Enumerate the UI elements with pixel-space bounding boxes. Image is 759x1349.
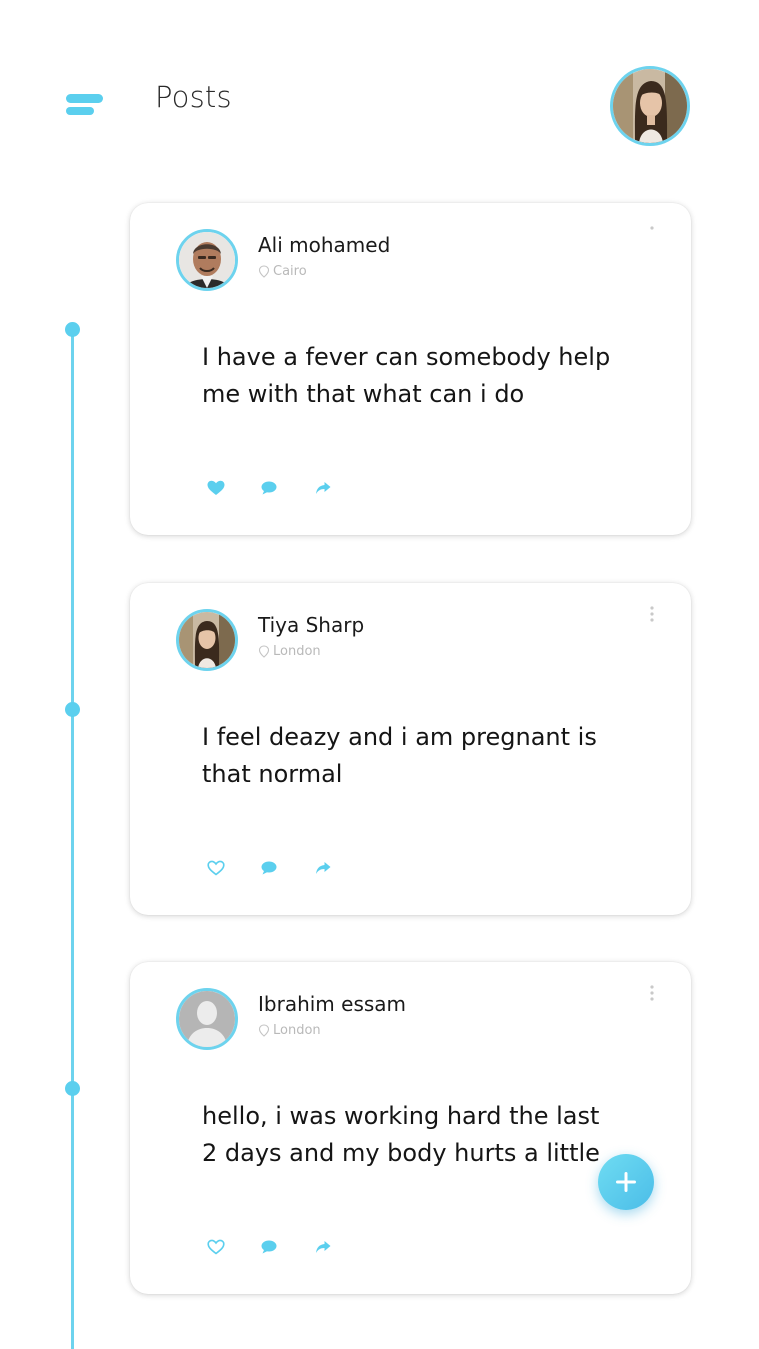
- share-button[interactable]: [314, 477, 368, 499]
- more-options-icon[interactable]: [646, 603, 658, 625]
- like-button[interactable]: [206, 477, 260, 499]
- author-avatar[interactable]: [176, 609, 238, 671]
- menu-button[interactable]: [64, 92, 106, 120]
- post-card[interactable]: Ali mohamed Cairo I have a fever can som…: [130, 203, 691, 535]
- comment-bubble-icon: [261, 481, 277, 495]
- comment-bubble-icon: [261, 1240, 277, 1254]
- post-card[interactable]: Ibrahim essam London hello, i was workin…: [130, 962, 691, 1294]
- menu-icon-bar-bottom: [66, 107, 94, 115]
- post-text: I have a fever can somebody help me with…: [202, 343, 611, 408]
- location-pin-icon: [258, 265, 270, 278]
- profile-avatar[interactable]: [610, 66, 690, 146]
- heart-filled-icon: [207, 480, 225, 495]
- more-options-icon[interactable]: [646, 982, 658, 1004]
- like-button[interactable]: [206, 1236, 260, 1258]
- timeline-dot: [65, 702, 80, 717]
- post-location: London: [258, 644, 321, 659]
- woman-portrait-icon: [179, 612, 235, 668]
- share-arrow-icon: [316, 862, 331, 874]
- share-arrow-icon: [316, 1241, 331, 1253]
- post-location-text: London: [273, 644, 321, 659]
- post-author-name[interactable]: Ali mohamed: [258, 233, 390, 257]
- timeline-line: [71, 330, 74, 1349]
- menu-icon-bar-top: [66, 94, 103, 103]
- comment-button[interactable]: [260, 857, 314, 879]
- like-button[interactable]: [206, 857, 260, 879]
- post-author-name[interactable]: Tiya Sharp: [258, 613, 364, 637]
- page-title: Posts: [155, 80, 232, 114]
- share-button[interactable]: [314, 857, 368, 879]
- man-portrait-icon: [179, 232, 235, 288]
- post-location-text: Cairo: [273, 264, 307, 279]
- post-card[interactable]: Tiya Sharp London I feel deazy and i am …: [130, 583, 691, 915]
- comment-button[interactable]: [260, 477, 314, 499]
- location-pin-icon: [258, 1024, 270, 1037]
- add-post-button[interactable]: [598, 1154, 654, 1210]
- post-text: I feel deazy and i am pregnant is that n…: [202, 723, 597, 788]
- comment-button[interactable]: [260, 1236, 314, 1258]
- post-actions: [206, 1236, 368, 1258]
- share-arrow-icon: [316, 482, 331, 494]
- post-actions: [206, 857, 368, 879]
- post-author-name[interactable]: Ibrahim essam: [258, 992, 406, 1016]
- heart-outline-icon: [207, 1239, 225, 1255]
- timeline-dot: [65, 1081, 80, 1096]
- plus-icon: [616, 1172, 636, 1192]
- post-location: London: [258, 1023, 321, 1038]
- heart-outline-icon: [207, 860, 225, 876]
- default-user-icon: [179, 991, 235, 1047]
- woman-portrait-icon: [613, 69, 687, 143]
- location-pin-icon: [258, 645, 270, 658]
- share-button[interactable]: [314, 1236, 368, 1258]
- author-avatar[interactable]: [176, 229, 238, 291]
- post-location: Cairo: [258, 264, 307, 279]
- comment-bubble-icon: [261, 861, 277, 875]
- author-avatar[interactable]: [176, 988, 238, 1050]
- more-options-icon[interactable]: [646, 223, 658, 245]
- timeline-dot: [65, 322, 80, 337]
- post-text: hello, i was working hard the last 2 day…: [202, 1102, 600, 1167]
- post-actions: [206, 477, 368, 499]
- post-location-text: London: [273, 1023, 321, 1038]
